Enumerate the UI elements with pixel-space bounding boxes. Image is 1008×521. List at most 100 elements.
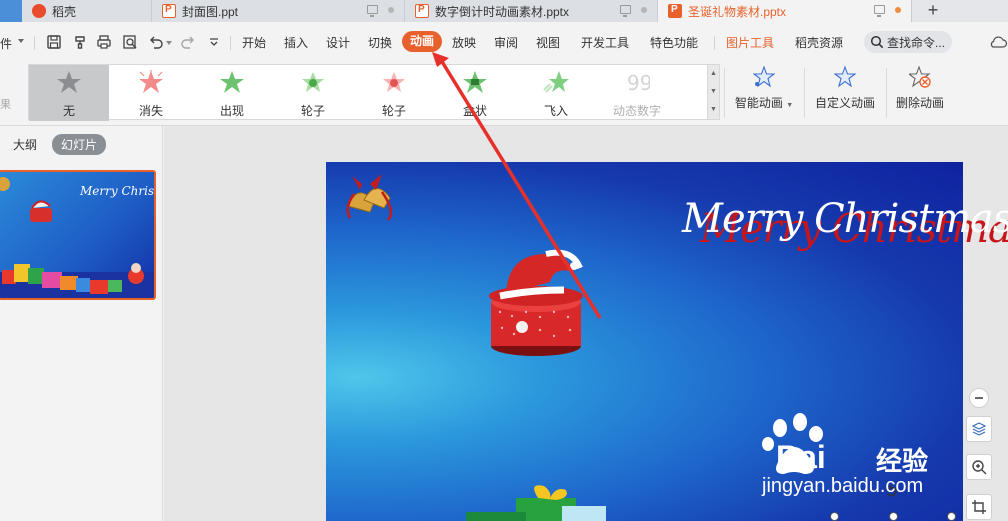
customize-toolbar-icon[interactable] (206, 34, 222, 50)
tab-slides[interactable]: 幻灯片 (52, 134, 107, 155)
zoom-out-button[interactable] (969, 388, 989, 408)
scroll-down-icon[interactable]: ▼ (708, 83, 719, 101)
resize-handle[interactable] (889, 512, 898, 521)
resize-handle[interactable] (830, 512, 839, 521)
print-preview-icon[interactable] (122, 34, 138, 50)
delete-animation-icon (909, 66, 931, 88)
format-painter-icon[interactable] (72, 34, 88, 50)
menu-docer-resources[interactable]: 稻壳资源 (795, 34, 843, 50)
box-icon (463, 71, 487, 93)
tab-countdown-pptx[interactable]: 数字倒计时动画素材.pptx (405, 0, 658, 22)
gallery-item-box[interactable]: 盒状 (435, 65, 515, 121)
monitor-icon[interactable] (874, 5, 885, 17)
gallery-item-wheel-out[interactable]: 轮子 (354, 65, 434, 121)
command-search[interactable]: 查找命令... (864, 31, 952, 53)
gallery-item-label: 轮子 (300, 104, 325, 118)
gallery-item-wheel-in[interactable]: 轮子 (273, 65, 353, 121)
menu-special[interactable]: 特色功能 (650, 34, 698, 50)
undo-icon[interactable] (148, 34, 164, 50)
smart-animation-button[interactable]: 智能动画 ▼ (734, 66, 794, 116)
chevron-down-icon[interactable] (18, 39, 24, 43)
ppt-file-icon (668, 4, 682, 18)
ppt-file-icon (415, 4, 429, 18)
delete-animation-label: 删除动画 (895, 96, 944, 110)
tab-title: 圣诞礼物素材.pptx (688, 4, 787, 19)
menu-review[interactable]: 审阅 (494, 34, 518, 50)
tab-outline[interactable]: 大纲 (13, 136, 37, 153)
chevron-down-icon[interactable] (166, 41, 172, 45)
menu-animation[interactable]: 动画 (402, 31, 443, 52)
tab-christmas-pptx[interactable]: 圣诞礼物素材.pptx (658, 0, 912, 22)
fly-in-icon (543, 71, 569, 93)
divider (804, 68, 805, 118)
custom-animation-button[interactable]: 自定义动画 (812, 66, 878, 116)
animation-gallery: 无 消失 出现 轮子 轮子 盒状 飞入 99 动态数字 (28, 64, 708, 121)
menu-home[interactable]: 开始 (242, 34, 266, 50)
minus-icon (975, 397, 983, 399)
divider (724, 68, 725, 118)
baidu-watermark-latin: Bai (776, 439, 826, 475)
gallery-item-label: 飞入 (543, 104, 568, 118)
gallery-item-label: 消失 (138, 104, 163, 118)
menu-slideshow[interactable]: 放映 (452, 34, 476, 50)
star-appear-icon (220, 71, 244, 93)
menu-design[interactable]: 设计 (326, 34, 350, 50)
crop-button[interactable] (966, 494, 992, 520)
file-menu[interactable]: 件 (0, 35, 12, 52)
menu-transition[interactable]: 切换 (368, 34, 392, 50)
tab-docer[interactable]: 稻壳 (22, 0, 152, 22)
monitor-icon[interactable] (367, 5, 378, 17)
menu-bar: 件 开始 插入 设计 切换 动画 放映 审阅 视图 开发工具 特色功能 图片工具… (0, 22, 1008, 62)
slide-title[interactable]: Merry Christmas (682, 196, 1008, 242)
new-tab-button[interactable]: + (918, 0, 948, 22)
divider (34, 36, 35, 50)
chevron-down-icon: ▼ (786, 102, 794, 109)
bell-decoration (346, 174, 393, 221)
zoom-in-icon (972, 460, 987, 475)
resize-handle[interactable] (947, 512, 956, 521)
menu-insert[interactable]: 插入 (284, 34, 308, 50)
slides-pane: 大纲 幻灯片 Merry Christmas (0, 126, 163, 521)
baidu-watermark-url: jingyan.baidu.com (762, 475, 924, 497)
wps-logo-icon (32, 4, 46, 18)
redo-icon[interactable] (180, 34, 196, 50)
tab-cover-ppt[interactable]: 封面图.ppt (152, 0, 405, 22)
menu-view[interactable]: 视图 (536, 34, 560, 50)
svg-text:99: 99 (627, 71, 650, 94)
effects-label: 果 (0, 99, 11, 111)
zoom-in-button[interactable] (966, 454, 992, 480)
star-disappear-icon (139, 70, 163, 93)
menu-developer[interactable]: 开发工具 (581, 34, 629, 50)
cloud-icon[interactable] (988, 35, 1008, 52)
expand-gallery-icon[interactable]: ▼ (708, 101, 719, 119)
gallery-item-label: 轮子 (381, 104, 406, 118)
baidu-watermark-cn: 经验 (876, 447, 929, 477)
slide-thumbnail-1[interactable]: Merry Christmas (0, 170, 156, 300)
tab-title: 数字倒计时动画素材.pptx (435, 4, 570, 19)
ppt-file-icon (162, 4, 176, 18)
gallery-item-appear[interactable]: 出现 (192, 65, 272, 121)
layers-icon (971, 422, 987, 436)
gallery-item-fly-in[interactable]: 飞入 (516, 65, 596, 121)
print-icon[interactable] (96, 34, 112, 50)
scroll-up-icon[interactable]: ▲ (708, 65, 719, 83)
gallery-item-label: 盒状 (462, 104, 487, 118)
wheel-green-icon (302, 72, 324, 92)
wheel-red-icon (383, 72, 405, 92)
menu-picture-tools[interactable]: 图片工具 (726, 34, 774, 50)
tab-strip: 稻壳 封面图.ppt 数字倒计时动画素材.pptx 圣诞礼物素材.pptx + (0, 0, 1008, 22)
tab-title: 封面图.ppt (182, 4, 239, 19)
thumbnail-title: Merry Christmas (80, 184, 155, 198)
tab-title: 稻壳 (52, 4, 77, 19)
gallery-item-dynamic-number[interactable]: 99 动态数字 (597, 65, 677, 121)
delete-animation-button[interactable]: 删除动画 (892, 66, 948, 116)
divider (886, 68, 887, 118)
gallery-item-disappear[interactable]: 消失 (111, 65, 191, 121)
save-icon[interactable] (46, 34, 62, 50)
gallery-item-none[interactable]: 无 (29, 65, 109, 121)
custom-animation-label: 自定义动画 (814, 96, 875, 110)
layers-button[interactable] (966, 416, 992, 442)
gallery-item-label: 出现 (219, 104, 244, 118)
monitor-icon[interactable] (620, 5, 631, 17)
gallery-scrollbar[interactable]: ▲ ▼ ▼ (708, 64, 720, 120)
